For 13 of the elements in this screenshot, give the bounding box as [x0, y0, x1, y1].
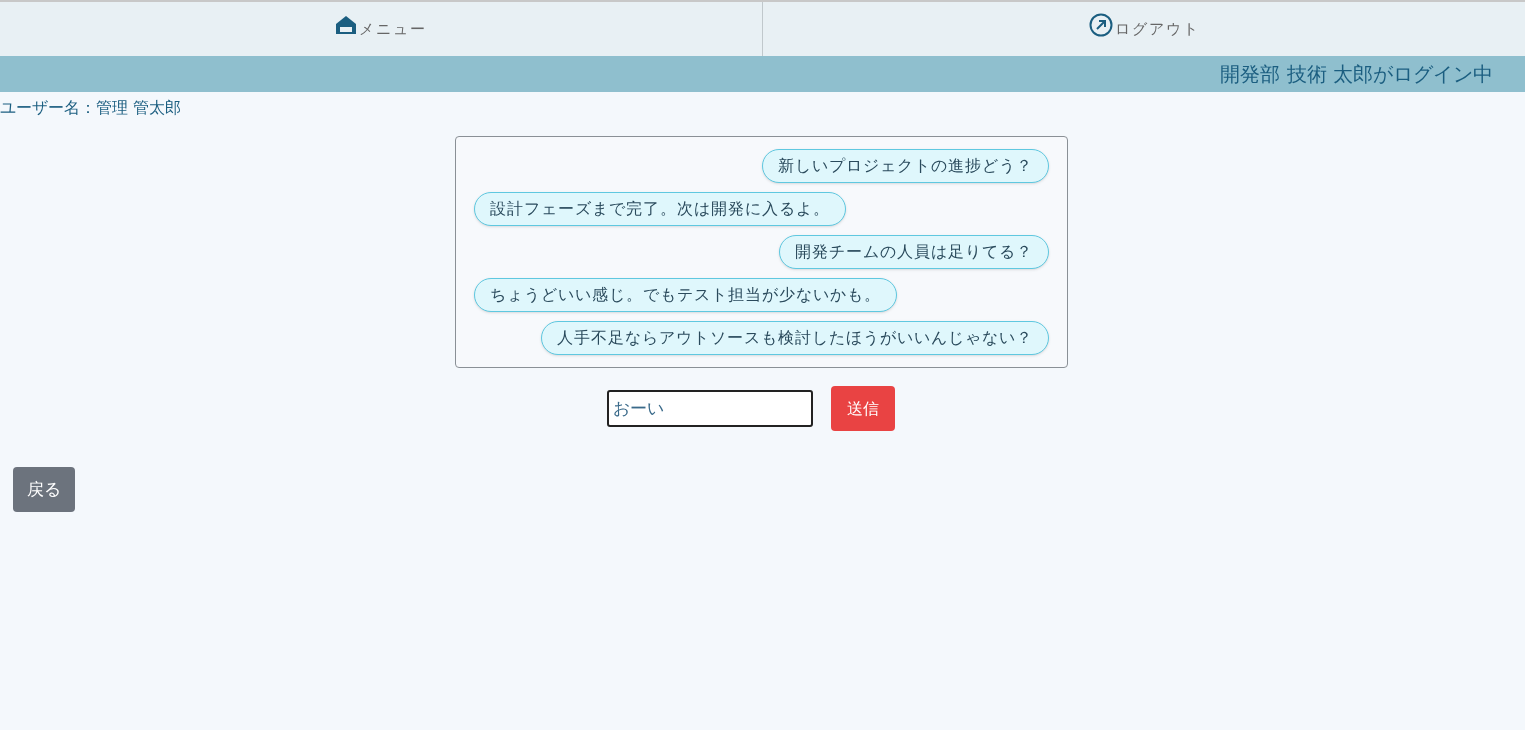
message-bubble: 新しいプロジェクトの進捗どう？ — [762, 149, 1049, 183]
back-button[interactable]: 戻る — [13, 467, 75, 512]
home-icon — [335, 15, 357, 35]
login-banner: 開発部 技術 太郎がログイン中 — [0, 56, 1525, 92]
arrow-circle-icon — [1088, 13, 1113, 37]
message-bubble: 開発チームの人員は足りてる？ — [779, 235, 1049, 269]
nav-link[interactable]: ログアウト — [763, 2, 1525, 56]
message-input[interactable]: おーい — [607, 390, 813, 427]
message-bubble: 人手不足ならアウトソースも検討したほうがいいんじゃない？ — [541, 321, 1049, 355]
send-button[interactable]: 送信 — [831, 386, 895, 431]
message-bubble: 設計フェーズまで完了。次は開発に入るよ。 — [474, 192, 846, 226]
username-label: ユーザー名：管理 管太郎 — [0, 98, 182, 117]
message-bubble: ちょうどいい感じ。でもテスト担当が少ないかも。 — [474, 278, 897, 312]
